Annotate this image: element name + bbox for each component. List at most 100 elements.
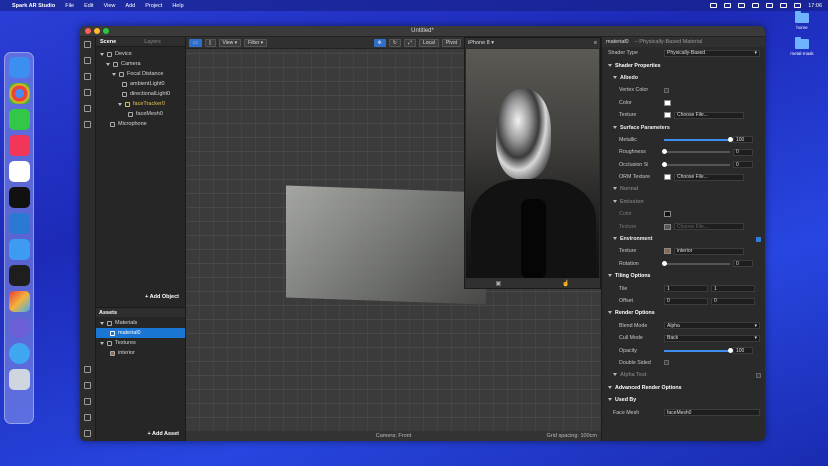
tab-layers[interactable]: Layers bbox=[140, 39, 165, 45]
screen-record-icon[interactable] bbox=[710, 3, 718, 8]
add-icon[interactable] bbox=[84, 398, 91, 405]
music-icon[interactable] bbox=[8, 135, 30, 156]
move-tool-icon[interactable]: ✥ bbox=[373, 38, 386, 47]
asset-materials[interactable]: Materials bbox=[96, 318, 185, 328]
menu-file[interactable]: File bbox=[65, 3, 74, 9]
double-sided-checkbox[interactable] bbox=[664, 360, 669, 366]
emission-color-swatch[interactable] bbox=[664, 211, 671, 218]
tree-item-microphone[interactable]: Microphone bbox=[96, 119, 185, 129]
tree-item-camera[interactable]: Camera bbox=[96, 59, 185, 69]
occlusion-slider[interactable] bbox=[662, 161, 730, 167]
alpha-test-section[interactable]: Alpha Test bbox=[602, 369, 765, 381]
albedo-section[interactable]: Albedo bbox=[602, 72, 765, 84]
upload-icon[interactable] bbox=[84, 366, 91, 373]
tree-item-face-tracker[interactable]: faceTracker0 bbox=[96, 99, 185, 109]
add-asset-button[interactable]: + Add Asset bbox=[147, 431, 179, 437]
shader-properties-section[interactable]: Shader Properties bbox=[602, 59, 765, 71]
opacity-value[interactable]: 100 bbox=[733, 347, 753, 355]
wifi-icon[interactable] bbox=[766, 3, 774, 8]
env-texture-thumbnail[interactable] bbox=[664, 248, 671, 255]
offset-y-field[interactable]: 0 bbox=[711, 297, 755, 305]
terminal-icon[interactable] bbox=[8, 187, 30, 208]
advanced-render-section[interactable]: Advanced Render Options bbox=[602, 382, 765, 394]
mail-icon[interactable] bbox=[8, 239, 30, 260]
add-object-button[interactable]: + Add Object bbox=[145, 294, 179, 300]
rotation-value[interactable]: 0 bbox=[733, 260, 753, 268]
video-icon[interactable]: ▣ bbox=[495, 280, 501, 287]
metallic-slider[interactable] bbox=[664, 136, 733, 142]
render-options-section[interactable]: Render Options bbox=[602, 307, 765, 319]
simulator-preview[interactable] bbox=[466, 49, 599, 279]
offset-x-field[interactable]: 0 bbox=[664, 297, 708, 305]
local-button[interactable]: Local bbox=[418, 38, 439, 47]
tree-item-focal-distance[interactable]: Focal Distance bbox=[96, 69, 185, 79]
camera-feed-plane[interactable] bbox=[286, 185, 486, 305]
opacity-slider[interactable] bbox=[664, 347, 733, 353]
roughness-value[interactable]: 0 bbox=[733, 148, 753, 156]
menu-help[interactable]: Help bbox=[172, 3, 183, 9]
tile-y-field[interactable]: 1 bbox=[711, 285, 755, 293]
environment-section[interactable]: Environment bbox=[602, 233, 765, 245]
rotate-tool-icon[interactable]: ↻ bbox=[388, 38, 401, 47]
menu-project[interactable]: Project bbox=[145, 3, 162, 9]
blend-mode-select[interactable]: Alpha ▾ bbox=[664, 322, 760, 330]
tweetbot-icon[interactable] bbox=[8, 343, 30, 364]
chrome-icon[interactable] bbox=[8, 83, 30, 104]
surface-parameters-section[interactable]: Surface Parameters bbox=[602, 121, 765, 133]
desktop-folder-metal-mask[interactable]: metal-mask bbox=[782, 37, 822, 56]
split-view-icon[interactable]: ▯ bbox=[204, 38, 216, 47]
alpha-test-checkbox[interactable] bbox=[756, 372, 761, 378]
asset-interior[interactable]: interior bbox=[96, 348, 185, 358]
clock[interactable]: 17:06 bbox=[808, 3, 822, 9]
menu-edit[interactable]: Edit bbox=[84, 3, 93, 9]
shader-type-select[interactable]: Physically-Based ▾ bbox=[664, 49, 760, 57]
cull-mode-select[interactable]: Back ▾ bbox=[664, 334, 760, 342]
env-texture-select[interactable]: interior bbox=[674, 247, 744, 255]
filter-dropdown[interactable]: Filter ▾ bbox=[244, 38, 268, 47]
menu-app-name[interactable]: Spark AR Studio bbox=[12, 3, 55, 9]
normal-section[interactable]: Normal bbox=[602, 183, 765, 195]
pivot-button[interactable]: Pivot bbox=[441, 38, 461, 47]
simulator-menu-icon[interactable]: ≡ bbox=[594, 40, 597, 46]
asset-material0[interactable]: material0 bbox=[96, 328, 185, 338]
occlusion-value[interactable]: 0 bbox=[733, 161, 753, 169]
scale-tool-icon[interactable]: ⤢ bbox=[403, 38, 416, 47]
figma-icon[interactable] bbox=[8, 265, 30, 286]
tiling-options-section[interactable]: Tiling Options bbox=[602, 270, 765, 282]
emission-section[interactable]: Emission bbox=[602, 196, 765, 208]
desktop-folder-home[interactable]: home bbox=[782, 11, 822, 30]
control-center-icon[interactable] bbox=[794, 3, 802, 8]
tree-item-ambient-light[interactable]: ambientLight0 bbox=[96, 79, 185, 89]
marble-icon[interactable] bbox=[8, 317, 30, 338]
asset-textures[interactable]: Textures bbox=[96, 338, 185, 348]
tree-item-face-mesh[interactable]: faceMesh0 bbox=[96, 109, 185, 119]
trash-icon[interactable] bbox=[8, 369, 30, 390]
viewport-layout-icon[interactable]: ▭ bbox=[189, 38, 202, 47]
orm-choose-file[interactable]: Choose File... bbox=[674, 173, 744, 181]
tree-item-device[interactable]: Device bbox=[96, 49, 185, 59]
menu-add[interactable]: Add bbox=[125, 3, 135, 9]
vscode-icon[interactable] bbox=[8, 213, 30, 234]
orm-texture-swatch[interactable] bbox=[664, 174, 671, 181]
cloud-icon[interactable] bbox=[724, 3, 732, 8]
refresh-icon[interactable] bbox=[84, 105, 91, 112]
texture-swatch[interactable] bbox=[664, 112, 671, 119]
roughness-slider[interactable] bbox=[662, 149, 730, 155]
face-mesh-link[interactable]: faceMesh0 bbox=[664, 409, 760, 417]
tile-x-field[interactable]: 1 bbox=[664, 285, 708, 293]
used-by-section[interactable]: Used By bbox=[602, 394, 765, 406]
bluetooth-icon[interactable] bbox=[738, 3, 746, 8]
tab-scene[interactable]: Scene bbox=[96, 39, 120, 45]
device-dropdown[interactable]: iPhone 8 ▾ bbox=[468, 40, 494, 46]
finder-icon[interactable] bbox=[8, 57, 30, 78]
slack-icon[interactable] bbox=[8, 161, 30, 182]
touch-icon[interactable]: ☝ bbox=[562, 280, 569, 287]
grid-icon[interactable] bbox=[84, 73, 91, 80]
texture-choose-file[interactable]: Choose File... bbox=[674, 111, 744, 119]
video-icon[interactable] bbox=[84, 57, 91, 64]
metallic-value[interactable]: 100 bbox=[733, 136, 753, 144]
spark-ar-icon[interactable] bbox=[8, 291, 30, 312]
emission-texture-swatch[interactable] bbox=[664, 223, 671, 230]
search-icon[interactable] bbox=[780, 3, 788, 8]
view-dropdown[interactable]: View ▾ bbox=[218, 38, 242, 47]
